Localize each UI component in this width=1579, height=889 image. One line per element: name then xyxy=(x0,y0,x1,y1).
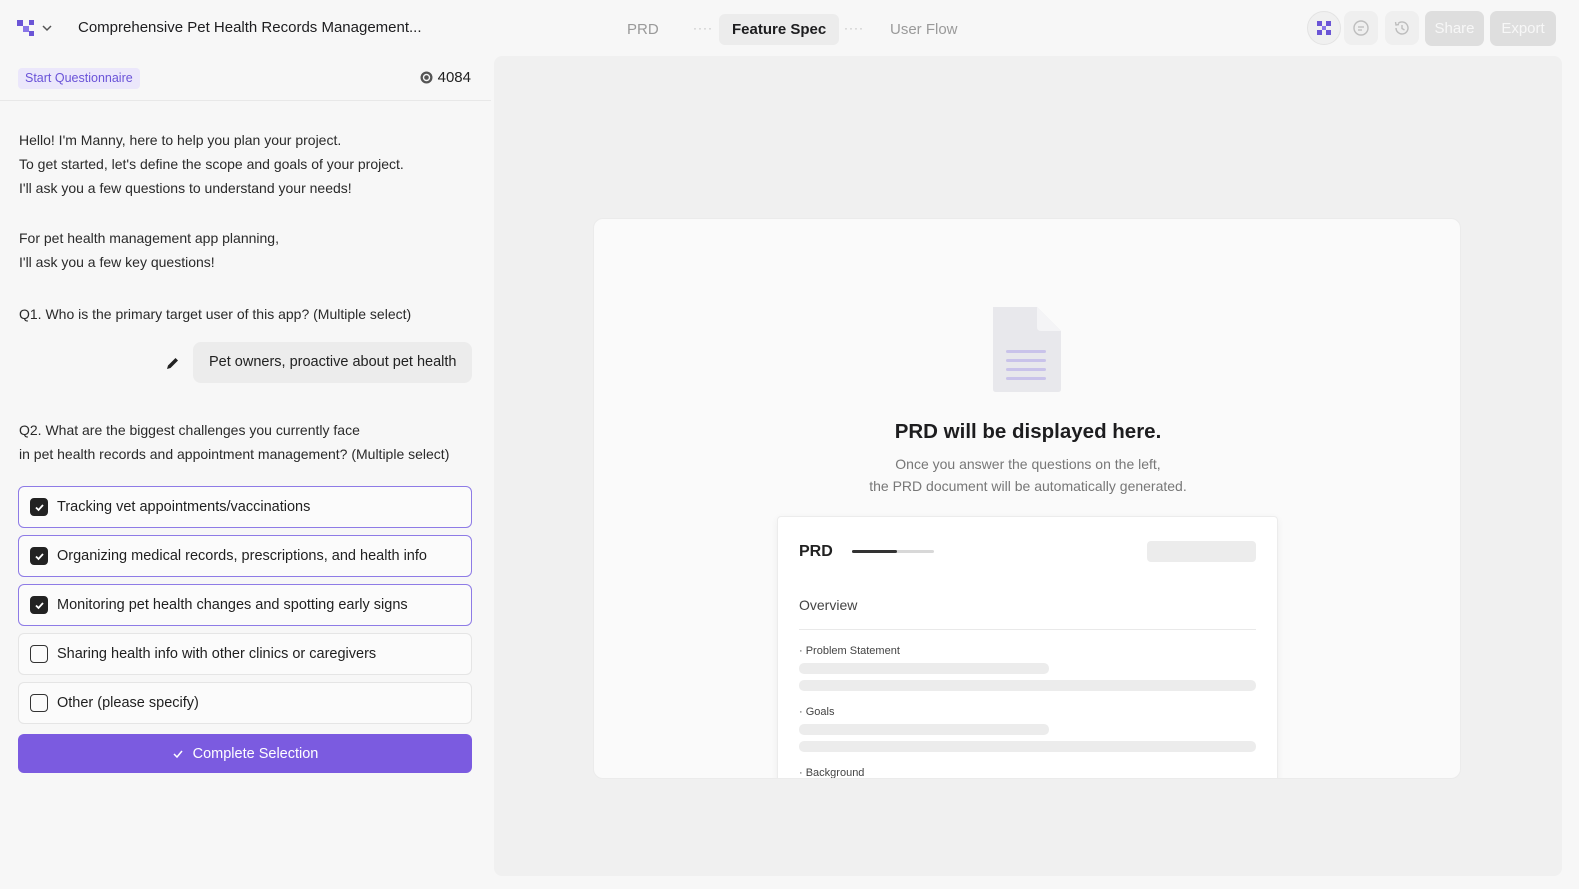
checkbox[interactable] xyxy=(30,645,48,663)
checkbox[interactable] xyxy=(30,498,48,516)
skeleton-line xyxy=(799,680,1256,691)
check-icon xyxy=(34,601,44,609)
check-icon xyxy=(173,750,183,758)
skeleton-line xyxy=(799,741,1256,752)
credits-display: 4084 xyxy=(420,69,471,86)
chevron-down-icon[interactable] xyxy=(41,22,53,34)
divider xyxy=(799,629,1256,630)
start-questionnaire-badge[interactable]: Start Questionnaire xyxy=(18,68,140,89)
questionnaire-panel: Start Questionnaire 4084 Hello! I'm Mann… xyxy=(0,56,491,889)
share-button[interactable]: Share xyxy=(1425,11,1484,46)
intro-line: To get started, let's define the scope a… xyxy=(19,156,404,172)
skeleton-line xyxy=(799,663,1049,674)
history-button[interactable] xyxy=(1385,11,1419,45)
option-tracking-appointments[interactable]: Tracking vet appointments/vaccinations xyxy=(18,486,472,528)
app-logo-icon[interactable] xyxy=(16,18,36,38)
comment-button[interactable] xyxy=(1344,11,1378,45)
intro-line: Hello! I'm Manny, here to help you plan … xyxy=(19,132,342,148)
preview-progress-bar xyxy=(852,550,934,553)
option-label: Monitoring pet health changes and spotti… xyxy=(57,597,408,613)
checkbox[interactable] xyxy=(30,694,48,712)
document-icon xyxy=(993,307,1061,392)
subtitle-line: Once you answer the questions on the lef… xyxy=(895,456,1161,472)
pencil-icon[interactable] xyxy=(165,356,180,371)
complete-selection-label: Complete Selection xyxy=(192,745,319,762)
credits-count: 4084 xyxy=(437,69,471,86)
preview-title: PRD xyxy=(799,543,833,560)
checkbox[interactable] xyxy=(30,596,48,614)
option-label: Other (please specify) xyxy=(57,695,199,711)
option-organizing-records[interactable]: Organizing medical records, prescription… xyxy=(18,535,472,577)
tab-feature-spec[interactable]: Feature Spec xyxy=(719,14,840,45)
complete-selection-button[interactable]: Complete Selection xyxy=(18,734,472,773)
check-icon xyxy=(34,503,44,511)
preview-item-label: · Background xyxy=(799,767,865,779)
intro-message-2: For pet health management app planning, … xyxy=(19,226,279,274)
top-bar: Comprehensive Pet Health Records Managem… xyxy=(0,0,1579,56)
preview-item-label: · Problem Statement xyxy=(799,645,900,657)
question-line: Q2. What are the biggest challenges you … xyxy=(19,422,360,438)
empty-state-title: PRD will be displayed here. xyxy=(894,420,1162,443)
option-label: Organizing medical records, prescription… xyxy=(57,548,427,564)
tab-user-flow[interactable]: User Flow xyxy=(877,14,971,45)
tab-separator: ···· xyxy=(844,21,864,35)
check-icon xyxy=(34,552,44,560)
preview-progress-fill xyxy=(852,550,898,553)
intro-line: For pet health management app planning, xyxy=(19,230,279,246)
prd-preview-skeleton: PRD Overview · Problem Statement · Goals… xyxy=(777,516,1278,779)
tab-separator: ···· xyxy=(693,21,713,35)
skeleton-pill xyxy=(1147,541,1256,562)
option-monitoring-health[interactable]: Monitoring pet health changes and spotti… xyxy=(18,584,472,626)
document-title[interactable]: Comprehensive Pet Health Records Managem… xyxy=(78,19,422,36)
option-label: Tracking vet appointments/vaccinations xyxy=(57,499,311,515)
divider xyxy=(0,100,491,101)
coin-icon xyxy=(420,71,433,84)
option-other[interactable]: Other (please specify) xyxy=(18,682,472,724)
assistant-logo-icon xyxy=(1317,21,1331,35)
preview-item-label: · Goals xyxy=(799,706,835,718)
assistant-button[interactable] xyxy=(1307,11,1341,45)
tab-prd[interactable]: PRD xyxy=(614,14,672,45)
intro-line: I'll ask you a few key questions! xyxy=(19,254,215,270)
chat-bubble-icon xyxy=(1353,20,1369,36)
skeleton-line xyxy=(799,724,1049,735)
intro-message: Hello! I'm Manny, here to help you plan … xyxy=(19,128,404,200)
preview-section-title: Overview xyxy=(799,597,858,613)
option-sharing-info[interactable]: Sharing health info with other clinics o… xyxy=(18,633,472,675)
question-1: Q1. Who is the primary target user of th… xyxy=(19,306,412,322)
checkbox[interactable] xyxy=(30,547,48,565)
export-button[interactable]: Export xyxy=(1490,11,1556,46)
document-preview-panel: PRD will be displayed here. Once you ans… xyxy=(494,56,1562,876)
subtitle-line: the PRD document will be automatically g… xyxy=(869,478,1187,494)
question-2: Q2. What are the biggest challenges you … xyxy=(19,418,449,466)
intro-line: I'll ask you a few questions to understa… xyxy=(19,180,352,196)
option-label: Sharing health info with other clinics o… xyxy=(57,646,377,662)
history-icon xyxy=(1394,21,1409,35)
empty-state-subtitle: Once you answer the questions on the lef… xyxy=(594,453,1460,497)
question-line: in pet health records and appointment ma… xyxy=(19,446,450,462)
empty-state-card: PRD will be displayed here. Once you ans… xyxy=(593,218,1461,779)
question-1-answer: Pet owners, proactive about pet health xyxy=(193,342,472,383)
